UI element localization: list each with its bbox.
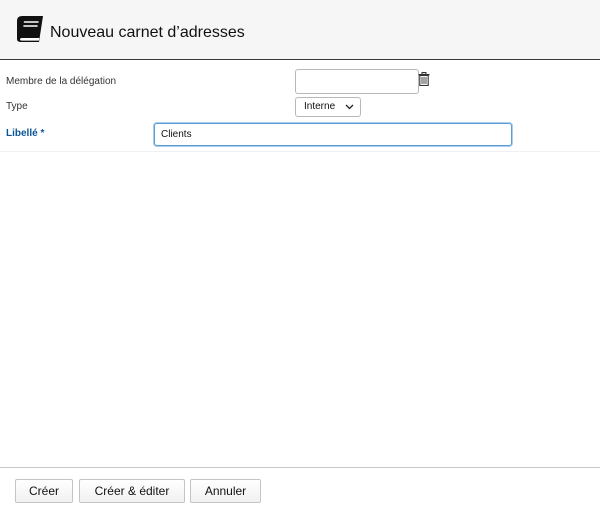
- type-select-value: Interne: [304, 101, 336, 112]
- row-divider: [0, 151, 600, 152]
- cancel-button[interactable]: Annuler: [190, 479, 261, 503]
- create-and-edit-button[interactable]: Créer & éditer: [79, 479, 185, 503]
- footer-divider: [0, 467, 600, 468]
- libelle-input[interactable]: [154, 123, 512, 146]
- libelle-label: Libellé *: [6, 128, 45, 139]
- delegation-label: Membre de la délégation: [6, 76, 117, 87]
- dialog-header: Nouveau carnet d’adresses: [0, 0, 600, 60]
- delegation-input[interactable]: [295, 69, 419, 94]
- page-title: Nouveau carnet d’adresses: [50, 24, 245, 41]
- type-select[interactable]: Interne: [295, 97, 361, 117]
- address-book-icon: [17, 16, 43, 42]
- chevron-down-icon: [345, 104, 354, 110]
- trash-icon[interactable]: [418, 72, 430, 86]
- create-button[interactable]: Créer: [15, 479, 73, 503]
- type-label: Type: [6, 101, 28, 112]
